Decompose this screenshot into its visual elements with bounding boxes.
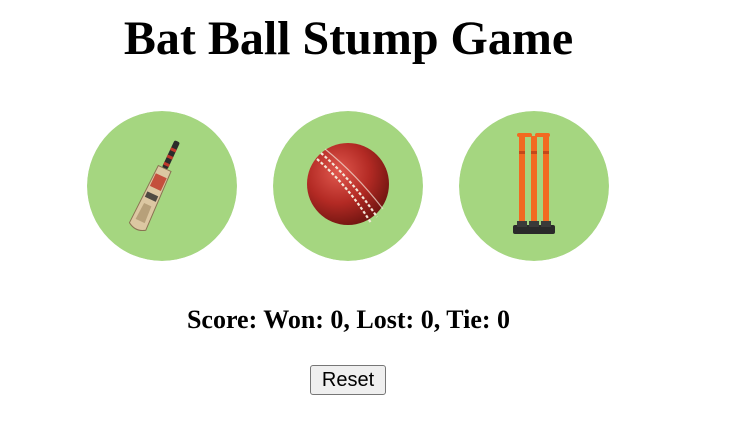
ball-button[interactable] bbox=[273, 111, 423, 261]
score-display: Score: Won: 0, Lost: 0, Tie: 0 bbox=[186, 305, 511, 334]
cricket-ball-icon bbox=[273, 111, 423, 261]
stump-button[interactable] bbox=[459, 111, 609, 261]
reset-button[interactable]: Reset bbox=[310, 365, 386, 395]
game-title: Bat Ball Stump Game bbox=[123, 12, 574, 65]
cricket-stumps-icon bbox=[459, 111, 609, 261]
bat-button[interactable] bbox=[87, 111, 237, 261]
cricket-bat-icon bbox=[87, 111, 237, 261]
